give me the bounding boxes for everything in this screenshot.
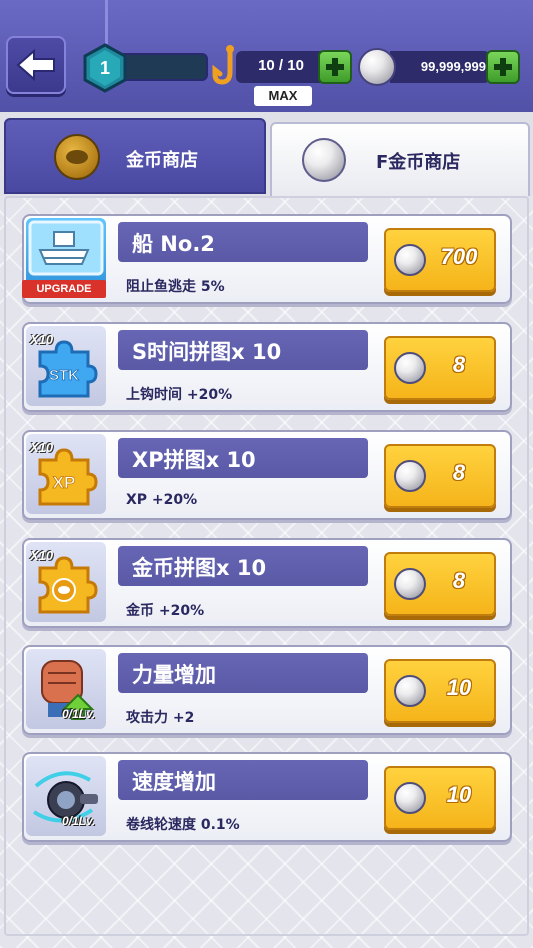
item-description: 上钩时间 +20%: [126, 387, 233, 403]
stamina-max-label: MAX: [254, 86, 312, 106]
pearl-icon: [394, 244, 426, 276]
item-description: 阻止鱼逃走 5%: [126, 279, 225, 295]
pearl-currency-icon: [358, 48, 396, 86]
reel-icon: 0/1Lv.: [26, 756, 106, 836]
item-name: XP拼图x 10: [132, 448, 256, 472]
tab-label: 金币商店: [126, 150, 198, 171]
item-description: 金币 +20%: [126, 603, 205, 619]
back-button[interactable]: [6, 36, 66, 94]
quantity-badge: X10: [30, 440, 54, 455]
buy-button[interactable]: 8: [384, 336, 496, 400]
shop-item-row: X10 金币拼图x 10 金币 +20% 8: [22, 538, 512, 628]
shop-item-row: STK X10 S时间拼图x 10 上钩时间 +20% 8: [22, 322, 512, 412]
fist-icon: 0/1Lv.: [26, 649, 106, 729]
pearl-icon: [394, 352, 426, 384]
svg-text:STK: STK: [49, 367, 79, 384]
item-price: 8: [452, 460, 466, 485]
item-name: 船 No.2: [132, 232, 215, 256]
item-name: 金币拼图x 10: [132, 556, 267, 580]
tab-f-coin-shop[interactable]: F金币商店: [270, 122, 530, 198]
buy-button[interactable]: 10: [384, 766, 496, 830]
item-description: XP +20%: [126, 492, 198, 508]
quantity-badge: X10: [30, 548, 54, 563]
item-price: 8: [452, 352, 466, 377]
xp-puzzle-icon: XP X10: [26, 434, 106, 514]
item-price: 8: [452, 568, 466, 593]
shop-item-row: XP X10 XP拼图x 10 XP +20% 8: [22, 430, 512, 520]
shop-item-row: 0/1Lv. 速度增加 卷线轮速度 0.1% 10: [22, 752, 512, 842]
stk-puzzle-icon: STK X10: [26, 326, 106, 406]
quantity-badge: X10: [30, 332, 54, 347]
item-name: S时间拼图x 10: [132, 340, 282, 364]
buy-button[interactable]: 700: [384, 228, 496, 292]
gold-coin-icon: [54, 134, 100, 180]
shop-item-row: UPGRADE 船 No.2 阻止鱼逃走 5% 700: [22, 214, 512, 304]
boat-icon: UPGRADE: [22, 218, 106, 298]
fish-hook-icon: [212, 45, 234, 85]
pearl-icon: [394, 460, 426, 492]
pearl-icon: [302, 138, 346, 182]
item-description: 攻击力 +2: [126, 710, 195, 726]
add-stamina-button[interactable]: [318, 50, 352, 84]
shop-item-row: 0/1Lv. 力量增加 攻击力 +2 10: [22, 645, 512, 735]
level-badge: 1: [82, 43, 128, 93]
plus-icon: [494, 58, 512, 76]
buy-button[interactable]: 8: [384, 444, 496, 508]
item-name: 速度增加: [132, 770, 216, 794]
level-progress: 0/1Lv.: [62, 814, 96, 828]
add-pearls-button[interactable]: [486, 50, 520, 84]
upgrade-badge: UPGRADE: [22, 280, 106, 298]
item-description: 卷线轮速度 0.1%: [126, 817, 240, 833]
coin-puzzle-icon: X10: [26, 542, 106, 622]
item-price: 10: [446, 675, 472, 700]
item-name: 力量增加: [132, 663, 216, 687]
level-progress: 0/1Lv.: [62, 707, 96, 721]
buy-button[interactable]: 8: [384, 552, 496, 616]
level-number: 1: [99, 57, 110, 78]
pearl-amount: 99,999,999: [420, 59, 486, 74]
tab-label: F金币商店: [376, 152, 461, 173]
item-price: 700: [440, 244, 478, 269]
pearl-icon: [394, 675, 426, 707]
item-price: 10: [446, 782, 472, 807]
plus-icon: [326, 58, 344, 76]
svg-text:XP: XP: [53, 473, 76, 492]
tab-gold-coin-shop[interactable]: 金币商店: [4, 118, 266, 194]
pearl-icon: [394, 782, 426, 814]
stamina-value: 10 / 10: [258, 57, 304, 74]
pearl-icon: [394, 568, 426, 600]
header-divider: [105, 0, 108, 44]
xp-progress-bar: [120, 53, 208, 81]
buy-button[interactable]: 10: [384, 659, 496, 723]
back-arrow-icon: [16, 48, 55, 82]
